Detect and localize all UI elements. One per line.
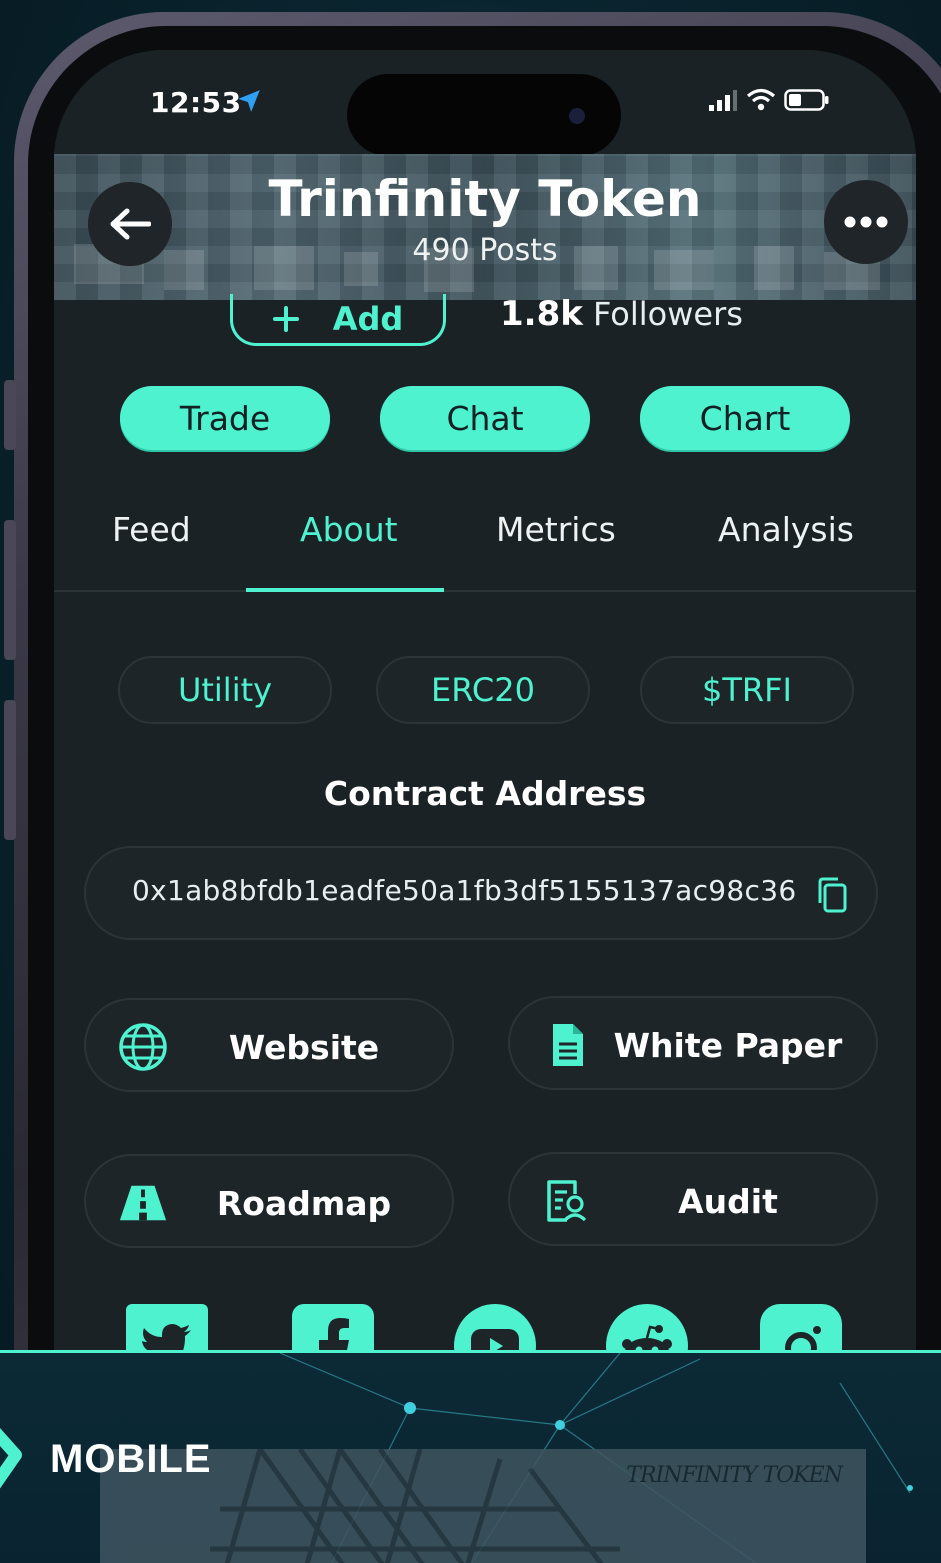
chart-button[interactable]: Chart xyxy=(640,386,850,450)
audit-icon xyxy=(547,1180,587,1222)
wifi-icon xyxy=(746,88,776,111)
audit-label: Audit xyxy=(678,1182,778,1221)
app-screen: 12:53 Trinfinity Token 490 Posts Add 1.8… xyxy=(54,50,916,1450)
followers-number: 1.8k xyxy=(500,294,583,334)
tab-metrics[interactable]: Metrics xyxy=(496,510,616,549)
preview-image: TRINFINITY TOKEN xyxy=(100,1449,866,1563)
tag-utility: Utility xyxy=(177,671,273,709)
chat-label: Chat xyxy=(446,398,524,438)
tag-chip[interactable]: $TRFI xyxy=(640,656,854,724)
road-icon xyxy=(119,1185,167,1221)
volume-up-button xyxy=(4,520,16,660)
followers-count: 1.8k Followers xyxy=(500,294,743,334)
posts-count: 490 Posts xyxy=(412,233,558,268)
dynamic-island xyxy=(347,74,621,156)
website-button[interactable]: Website xyxy=(84,998,454,1092)
location-arrow-icon xyxy=(238,90,260,112)
tab-about[interactable]: About xyxy=(300,510,398,549)
plus-icon xyxy=(272,305,299,332)
contract-address-field[interactable]: 0x1ab8bfdb1eadfe50a1fb3df5155137ac98c36 xyxy=(84,846,878,940)
page-title: Trinfinity Token xyxy=(268,170,702,228)
white-paper-button[interactable]: White Paper xyxy=(508,996,878,1090)
tag-chip[interactable]: Utility xyxy=(118,656,332,724)
tag-ticker: $TRFI xyxy=(702,671,792,709)
website-label: Website xyxy=(228,1028,380,1067)
volume-down-button xyxy=(4,700,16,840)
tab-analysis[interactable]: Analysis xyxy=(718,510,854,549)
tag-erc20: ERC20 xyxy=(431,671,535,709)
contract-address-value: 0x1ab8bfdb1eadfe50a1fb3df5155137ac98c36 xyxy=(132,874,797,907)
tab-feed[interactable]: Feed xyxy=(112,510,191,549)
active-tab-indicator xyxy=(246,588,444,592)
status-time: 12:53 xyxy=(150,86,242,119)
globe-icon xyxy=(119,1023,167,1071)
logo-mark-icon xyxy=(0,1427,22,1489)
tag-chip[interactable]: ERC20 xyxy=(376,656,590,724)
roadmap-label: Roadmap xyxy=(216,1184,392,1223)
battery-icon xyxy=(784,89,829,111)
white-paper-label: White Paper xyxy=(613,1026,843,1065)
tab-bar: Feed About Metrics Analysis xyxy=(54,510,916,592)
audit-button[interactable]: Audit xyxy=(508,1152,878,1246)
section-label: MOBILE xyxy=(50,1437,212,1481)
chat-button[interactable]: Chat xyxy=(380,386,590,450)
bottom-banner: TRINFINITY TOKEN MOBILE xyxy=(0,1350,941,1563)
chart-label: Chart xyxy=(699,398,791,438)
copy-icon[interactable] xyxy=(816,876,848,914)
add-button[interactable]: Add xyxy=(230,294,446,346)
preview-caption: TRINFINITY TOKEN xyxy=(626,1463,843,1488)
status-bar: 12:53 xyxy=(54,50,916,156)
roadmap-button[interactable]: Roadmap xyxy=(84,1154,454,1248)
status-icons xyxy=(708,88,830,112)
add-label: Add xyxy=(332,299,404,338)
more-horizontal-icon xyxy=(844,216,888,228)
signal-icon xyxy=(709,90,737,111)
trade-label: Trade xyxy=(179,398,271,438)
followers-label: Followers xyxy=(593,295,743,333)
mute-switch xyxy=(4,380,16,450)
more-options-button[interactable] xyxy=(824,180,908,264)
contract-address-heading: Contract Address xyxy=(323,774,647,813)
document-icon xyxy=(553,1024,583,1066)
trade-button[interactable]: Trade xyxy=(120,386,330,450)
